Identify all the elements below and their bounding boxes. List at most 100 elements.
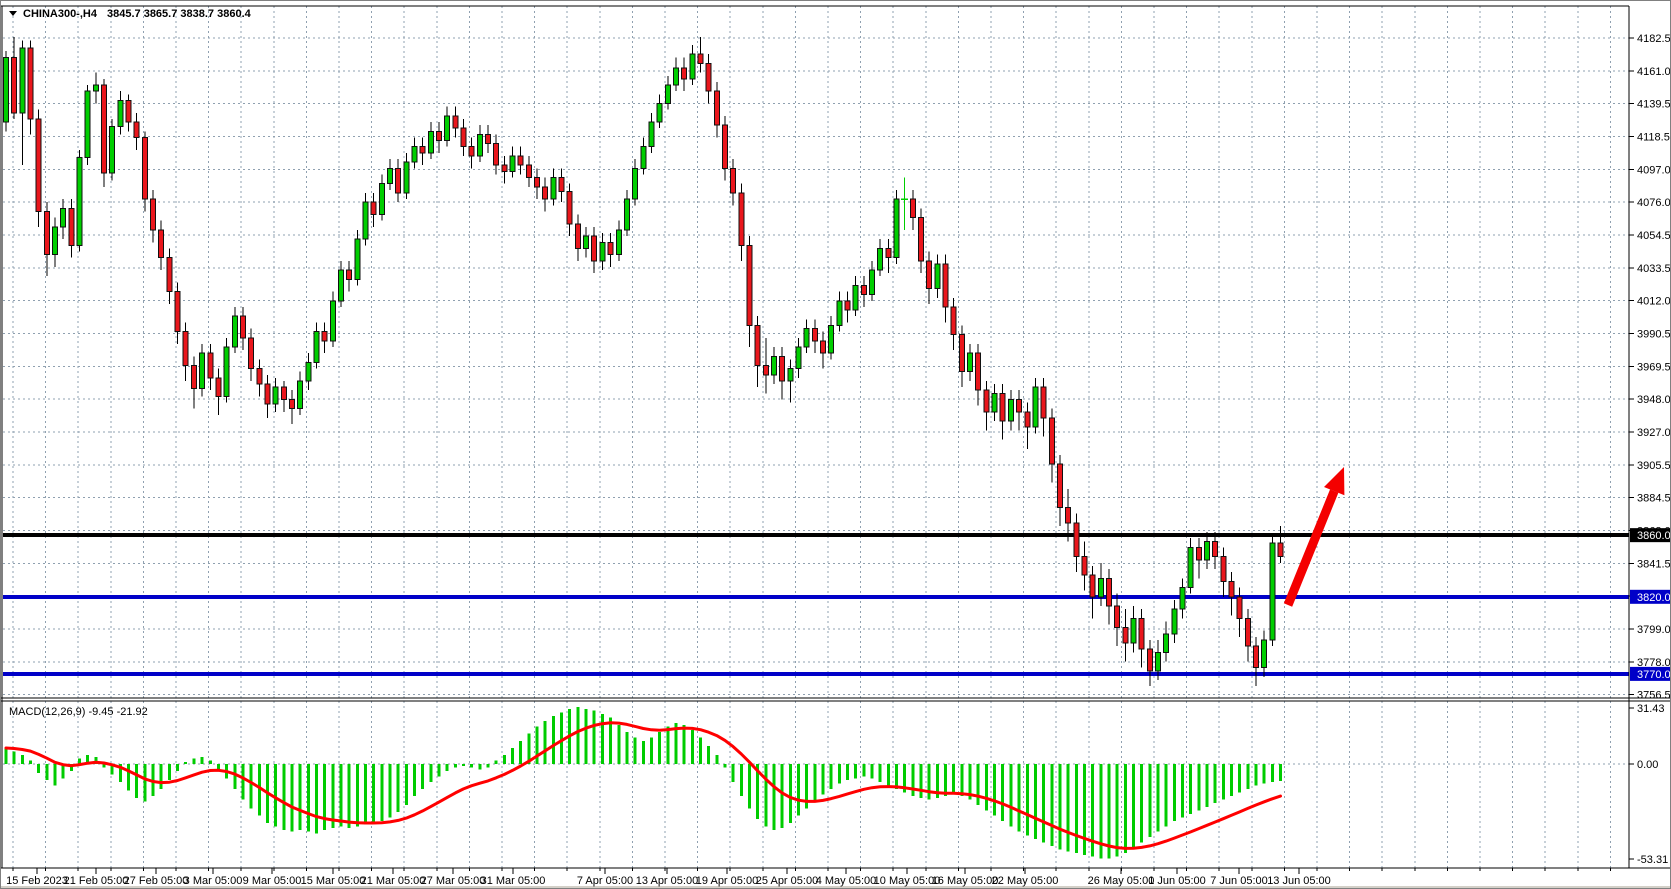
candle-body-bear [706, 63, 711, 91]
candle-body-bull [338, 270, 343, 301]
candle-body-bear [44, 211, 49, 254]
candle-body-bull [379, 184, 384, 215]
candle [1188, 538, 1193, 593]
candle [976, 344, 981, 406]
candle [249, 329, 254, 381]
candle [673, 57, 678, 91]
candle [387, 159, 392, 190]
candle [886, 239, 891, 273]
candle [763, 338, 768, 393]
candle [901, 178, 908, 230]
candle [968, 344, 973, 381]
price-tick-label: 3841.5 [1637, 558, 1671, 570]
candle [1000, 384, 1005, 439]
price-tick-label: 3884.5 [1637, 493, 1671, 505]
candle [959, 325, 964, 387]
candle-body-bull [1204, 541, 1209, 559]
candle [20, 40, 25, 165]
candle [69, 199, 74, 258]
candle [951, 298, 956, 350]
price-chart-canvas[interactable]: 4182.54161.04139.54118.54097.04076.04054… [1, 1, 1671, 889]
price-tick-label: 4076.0 [1637, 197, 1671, 209]
candle [134, 113, 139, 150]
candle-body-bull [273, 387, 278, 404]
candle [861, 276, 866, 307]
candle-body-bull [1033, 387, 1038, 427]
candle [821, 332, 826, 369]
candle-body-bear [1115, 606, 1120, 628]
candle [453, 107, 458, 138]
candle-body-bear [698, 54, 703, 63]
candle-body-bear [1213, 541, 1218, 556]
time-tick-label: 31 Mar 05:00 [481, 875, 546, 887]
price-tick-label: 3969.5 [1637, 361, 1671, 373]
candle [510, 147, 515, 178]
candle-body-bull [387, 168, 392, 183]
candle-body-bear [714, 91, 719, 125]
candle-body-bear [216, 378, 221, 396]
candle-body-bull [232, 316, 237, 347]
candle-body-bull [118, 100, 123, 126]
candle [461, 119, 466, 156]
candle-body-bull [649, 122, 654, 147]
candle [208, 344, 213, 390]
candle-body-bull [894, 199, 899, 258]
candle [714, 82, 719, 137]
candle [919, 208, 924, 273]
candle-body-bear [731, 168, 736, 193]
candle-body-bull [445, 116, 450, 141]
symbol-dropdown-icon[interactable] [9, 11, 17, 16]
candle-body-bear [151, 199, 156, 230]
candle [281, 381, 286, 412]
candle-body-bull [53, 227, 58, 255]
candle-body-bull [412, 147, 417, 162]
candle-body-bear [249, 338, 254, 369]
candle [445, 107, 450, 147]
candle-body-bear [1090, 575, 1095, 597]
price-tick-label: 3990.5 [1637, 329, 1671, 341]
time-tick-label: 27 Feb 05:00 [124, 875, 189, 887]
time-axis[interactable]: 15 Feb 202321 Feb 05:0027 Feb 05:003 Mar… [6, 868, 1610, 887]
candle [61, 199, 66, 239]
candle-body-bear [461, 128, 466, 146]
time-tick-label: 15 Mar 05:00 [301, 875, 366, 887]
candle [494, 134, 499, 174]
candle-body-bear [469, 147, 474, 156]
horizontal-lines[interactable] [3, 535, 1629, 674]
candle [1017, 390, 1022, 430]
candle-body-bear [575, 224, 580, 249]
candle-body-bull [796, 347, 801, 369]
candle [110, 119, 115, 181]
candle [739, 184, 744, 261]
arrow-head[interactable] [1324, 467, 1344, 495]
candle-body-bull [837, 301, 842, 326]
candle-body-bear [175, 292, 180, 332]
candle-body-bear [453, 116, 458, 128]
candle [878, 239, 883, 276]
candle-body-bear [1237, 597, 1242, 619]
candle-body-bear [535, 178, 540, 187]
arrow-shaft[interactable] [1288, 491, 1334, 605]
price-axis[interactable]: 4182.54161.04139.54118.54097.04076.04054… [1629, 33, 1671, 866]
candle-body-bear [1139, 618, 1144, 649]
candle-body-bear [1025, 412, 1030, 427]
macd-axis-label: 0.00 [1637, 759, 1658, 771]
candle [428, 122, 433, 159]
candle-body-bull [992, 393, 997, 411]
candle-body-bull [1172, 609, 1177, 634]
chart-window: 4182.54161.04139.54118.54097.04076.04054… [0, 0, 1671, 889]
candle-body-bull [330, 301, 335, 341]
candle [183, 322, 188, 381]
time-tick-label: 25 Apr 05:00 [756, 875, 818, 887]
candle-body-bull [306, 362, 311, 380]
time-tick-label: 22 May 05:00 [992, 875, 1059, 887]
candle [102, 79, 107, 187]
candle-body-bull [1164, 634, 1169, 652]
candle [330, 292, 335, 347]
candle-body-bear [592, 236, 597, 261]
candle-body-bear [976, 353, 981, 390]
candle-body-bear [1049, 418, 1054, 464]
candle [191, 356, 196, 408]
candle [526, 156, 531, 187]
candle [306, 353, 311, 390]
